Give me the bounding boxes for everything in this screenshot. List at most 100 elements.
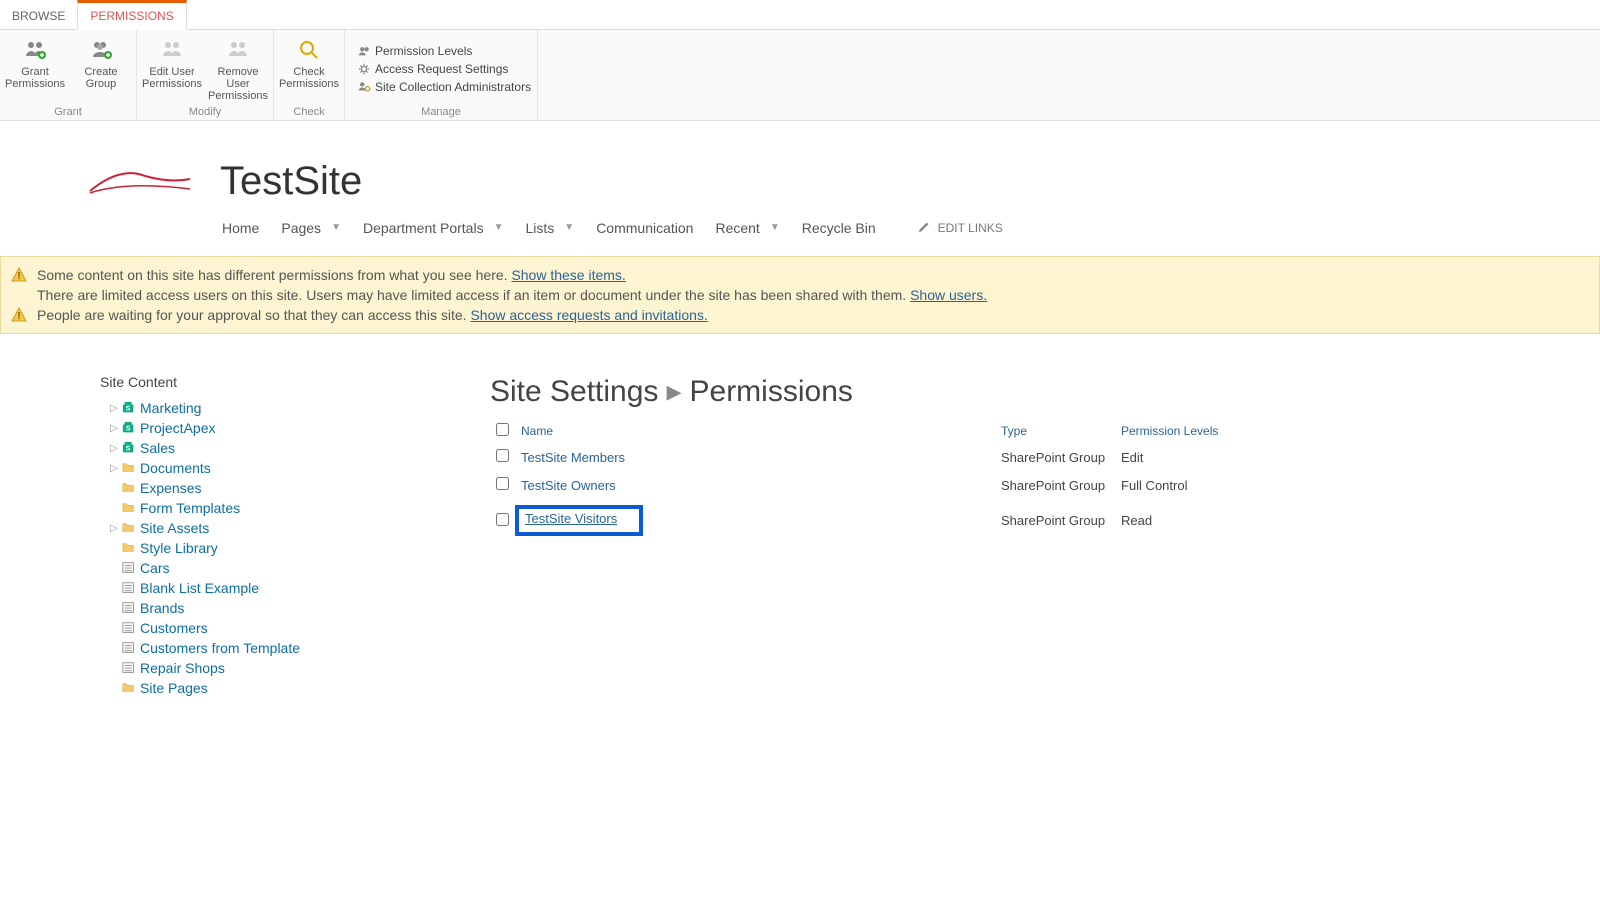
nav-recycle-bin[interactable]: Recycle Bin	[802, 220, 876, 236]
notifications-bar: !Some content on this site has different…	[0, 256, 1600, 334]
top-nav: Home Pages▼ Department Portals▼ Lists▼ Commu…	[0, 211, 1600, 246]
list-icon	[122, 561, 136, 575]
row-type: SharePoint Group	[995, 499, 1115, 542]
search-icon	[297, 36, 321, 64]
column-name[interactable]: Name	[515, 419, 995, 443]
chevron-down-icon: ▼	[564, 222, 574, 233]
ribbon-link-access-request-settings[interactable]: Access Request Settings	[357, 62, 531, 76]
row-type: SharePoint Group	[995, 443, 1115, 471]
ribbon-link-site-collection-administrators[interactable]: Site Collection Administrators	[357, 80, 531, 94]
ribbon-group-manage: Permission Levels Access Request Settings…	[345, 30, 538, 120]
ribbon-btn-check-permissions[interactable]: CheckPermissions	[280, 34, 338, 104]
site-title: TestSite	[220, 159, 362, 204]
column-type[interactable]: Type	[995, 419, 1115, 443]
notification-link[interactable]: Show these items.	[511, 267, 625, 283]
site-icon: S	[122, 401, 136, 415]
admin-small-icon	[357, 80, 371, 94]
sidebar-item-cars[interactable]: Cars	[100, 558, 350, 578]
sidebar-item-sales[interactable]: ▷SSales	[100, 438, 350, 458]
tree-expander-icon[interactable]: ▷	[110, 443, 120, 454]
ribbon-btn-grant-permissions[interactable]: GrantPermissions	[6, 34, 64, 104]
ribbon-btn-edit-user-permissions[interactable]: Edit UserPermissions	[143, 34, 201, 104]
warning-icon: !	[11, 267, 27, 283]
highlighted-selection: TestSite Visitors	[515, 505, 643, 536]
tree-expander-icon[interactable]: ▷	[110, 423, 120, 434]
site-header: TestSite	[0, 121, 1600, 211]
notification-row: !Some content on this site has different…	[11, 265, 1589, 285]
site-icon: S	[122, 421, 136, 435]
column-permission-levels[interactable]: Permission Levels	[1115, 419, 1250, 443]
list-icon	[122, 601, 136, 615]
ribbon-link-permission-levels[interactable]: Permission Levels	[357, 44, 531, 58]
list-icon	[122, 621, 136, 635]
tree-expander-icon[interactable]: ▷	[110, 403, 120, 414]
svg-text:!: !	[17, 271, 20, 282]
sidebar-item-expenses[interactable]: Expenses	[100, 478, 350, 498]
nav-pages[interactable]: Pages▼	[281, 220, 341, 236]
breadcrumb-site-settings[interactable]: Site Settings	[490, 375, 658, 408]
ribbon-btn-create-group[interactable]: CreateGroup	[72, 34, 130, 104]
sidebar-item-customers-from-template[interactable]: Customers from Template	[100, 638, 350, 658]
nav-lists[interactable]: Lists▼	[525, 220, 574, 236]
sidebar-item-repair-shops[interactable]: Repair Shops	[100, 658, 350, 678]
nav-department-portals[interactable]: Department Portals▼	[363, 220, 504, 236]
breadcrumb-permissions: Permissions	[690, 375, 853, 408]
nav-communication[interactable]: Communication	[596, 220, 693, 236]
ribbon-group-modify: Edit UserPermissionsRemove UserPermissio…	[137, 30, 274, 120]
main-area: Site Content ▷SMarketing▷SProjectApex▷SS…	[0, 334, 1600, 698]
notification-row: There are limited access users on this s…	[11, 285, 1589, 305]
svg-text:S: S	[126, 446, 131, 453]
sidebar-item-projectapex[interactable]: ▷SProjectApex	[100, 418, 350, 438]
sidebar-item-site-assets[interactable]: ▷Site Assets	[100, 518, 350, 538]
row-checkbox[interactable]	[496, 477, 509, 490]
tab-permissions[interactable]: PERMISSIONS	[77, 0, 186, 30]
sidebar-item-documents[interactable]: ▷Documents	[100, 458, 350, 478]
sidebar-item-site-pages[interactable]: Site Pages	[100, 678, 350, 698]
sidebar-item-style-library[interactable]: Style Library	[100, 538, 350, 558]
notification-link[interactable]: Show access requests and invitations.	[470, 307, 707, 323]
users-plus-icon	[23, 36, 47, 64]
sidebar-item-marketing[interactable]: ▷SMarketing	[100, 398, 350, 418]
group-link-testsite-owners[interactable]: TestSite Owners	[521, 478, 616, 493]
sidebar: Site Content ▷SMarketing▷SProjectApex▷SS…	[100, 374, 350, 698]
svg-text:!: !	[17, 311, 20, 322]
folder-icon	[122, 521, 136, 535]
group-link-testsite-visitors[interactable]: TestSite Visitors	[525, 511, 617, 526]
ribbon: GrantPermissionsCreateGroup Grant Edit U…	[0, 30, 1600, 121]
row-permission: Full Control	[1115, 471, 1250, 499]
chevron-down-icon: ▼	[770, 222, 780, 233]
edit-links-button[interactable]: EDIT LINKS	[918, 219, 1003, 236]
folder-icon	[122, 461, 136, 475]
row-permission: Edit	[1115, 443, 1250, 471]
row-checkbox[interactable]	[496, 449, 509, 462]
ribbon-btn-remove-user-permissions[interactable]: Remove UserPermissions	[209, 34, 267, 104]
tree-expander-icon[interactable]: ▷	[110, 523, 120, 534]
list-icon	[122, 581, 136, 595]
site-logo	[80, 151, 200, 211]
folder-icon	[122, 681, 136, 695]
row-checkbox[interactable]	[496, 513, 509, 526]
breadcrumb-separator-icon: ▸	[666, 375, 681, 408]
group-link-testsite-members[interactable]: TestSite Members	[521, 450, 625, 465]
list-icon	[122, 641, 136, 655]
permissions-table: Name Type Permission Levels TestSite Mem…	[490, 419, 1250, 542]
sidebar-title: Site Content	[100, 374, 350, 390]
ribbon-group-check: CheckPermissions Check	[274, 30, 345, 120]
tab-browse[interactable]: BROWSE	[0, 0, 77, 29]
nav-home[interactable]: Home	[222, 220, 259, 236]
nav-recent[interactable]: Recent▼	[715, 220, 779, 236]
ribbon-group-grant: GrantPermissionsCreateGroup Grant	[0, 30, 137, 120]
sidebar-item-blank-list-example[interactable]: Blank List Example	[100, 578, 350, 598]
folder-icon	[122, 501, 136, 515]
ribbon-group-modify-label: Modify	[189, 106, 221, 118]
gear-small-icon	[357, 62, 371, 76]
notification-link[interactable]: Show users.	[910, 287, 987, 303]
tree-expander-icon[interactable]: ▷	[110, 463, 120, 474]
notification-row: !People are waiting for your approval so…	[11, 305, 1589, 325]
sidebar-item-form-templates[interactable]: Form Templates	[100, 498, 350, 518]
sidebar-item-customers[interactable]: Customers	[100, 618, 350, 638]
sidebar-item-brands[interactable]: Brands	[100, 598, 350, 618]
people-small-icon	[357, 44, 371, 58]
folder-icon	[122, 481, 136, 495]
select-all-checkbox[interactable]	[496, 423, 509, 436]
